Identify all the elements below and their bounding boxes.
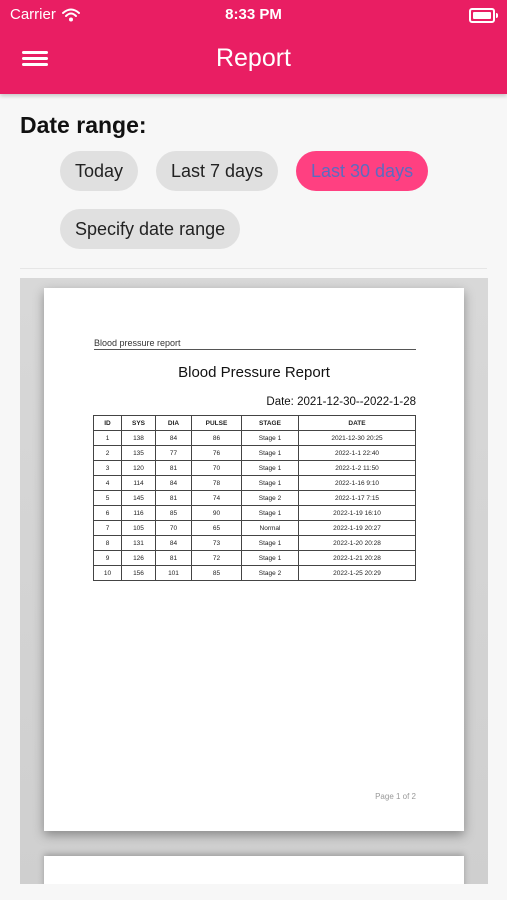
table-row: 1 138 84 86 Stage 1 2021-12-30 20:25	[93, 430, 416, 446]
table-cell: 6	[93, 505, 122, 521]
table-cell: 4	[93, 475, 122, 491]
table-cell: Stage 1	[241, 505, 299, 521]
table-cell: 78	[191, 475, 242, 491]
header-rule	[94, 349, 416, 350]
report-page: Blood pressure report Blood Pressure Rep…	[44, 288, 464, 831]
table-cell: 77	[155, 445, 192, 461]
column-header: ID	[93, 415, 122, 431]
table-cell: 84	[155, 535, 192, 551]
table-cell: Stage 1	[241, 550, 299, 566]
column-header: SYS	[121, 415, 156, 431]
table-cell: 138	[121, 430, 156, 446]
table-cell: 126	[121, 550, 156, 566]
table-row: 9 126 81 72 Stage 1 2022-1-21 20:28	[93, 550, 416, 566]
table-cell: Stage 1	[241, 460, 299, 476]
report-title: Blood Pressure Report	[178, 364, 330, 381]
table-cell: 105	[121, 520, 156, 536]
table-cell: 1	[93, 430, 122, 446]
table-cell: Stage 1	[241, 430, 299, 446]
app-bar: Carrier 8:33 PM Report	[0, 0, 507, 94]
table-cell: 85	[155, 505, 192, 521]
report-header: Blood pressure report	[94, 338, 181, 348]
table-cell: 131	[121, 535, 156, 551]
table-cell: 74	[191, 490, 242, 506]
page-title: Report	[215, 44, 292, 72]
table-cell: 2022-1-25 20:29	[298, 565, 416, 581]
table-row: 10 156 101 85 Stage 2 2022-1-25 20:29	[93, 565, 416, 581]
page-number: Page 1 of 2	[375, 792, 416, 801]
table-cell: 116	[121, 505, 156, 521]
table-row: 3 120 81 70 Stage 1 2022-1-2 11:50	[93, 460, 416, 476]
chip-last-30-days[interactable]: Last 30 days	[296, 151, 429, 191]
table-cell: Stage 2	[241, 490, 299, 506]
table-cell: 72	[191, 550, 242, 566]
table-row: 7 105 70 65 Normal 2022-1-19 20:27	[93, 520, 416, 536]
status-bar: Carrier 8:33 PM	[0, 0, 507, 30]
table-cell: 65	[191, 520, 242, 536]
date-range-label: Date range:	[20, 112, 147, 138]
report-date: Date: 2021-12-30--2022-1-28	[266, 396, 416, 408]
table-cell: 73	[191, 535, 242, 551]
table-cell: 2022-1-1 22:40	[298, 445, 416, 461]
chip-last-7-days[interactable]: Last 7 days	[156, 151, 279, 191]
table-cell: Normal	[241, 520, 299, 536]
table-cell: Stage 1	[241, 475, 299, 491]
table-cell: 7	[93, 520, 122, 536]
table-cell: 2022-1-19 20:27	[298, 520, 416, 536]
table-cell: 2022-1-16 9:10	[298, 475, 416, 491]
table-cell: 156	[121, 565, 156, 581]
table-cell: Stage 1	[241, 535, 299, 551]
table-cell: 114	[121, 475, 156, 491]
table-cell: Stage 1	[241, 445, 299, 461]
table-cell: 3	[93, 460, 122, 476]
chip-specify-date-range[interactable]: Specify date range	[60, 209, 241, 249]
table-cell: 145	[121, 490, 156, 506]
table-cell: 2022-1-20 20:28	[298, 535, 416, 551]
table-cell: Stage 2	[241, 565, 299, 581]
table-cell: 84	[155, 430, 192, 446]
divider	[20, 268, 487, 269]
table-cell: 9	[93, 550, 122, 566]
chip-today[interactable]: Today	[60, 151, 139, 191]
column-header: DATE	[298, 415, 416, 431]
table-cell: 2	[93, 445, 122, 461]
table-cell: 2022-1-21 20:28	[298, 550, 416, 566]
column-header: DIA	[155, 415, 192, 431]
status-time: 8:33 PM	[225, 6, 282, 23]
table-cell: 2021-12-30 20:25	[298, 430, 416, 446]
table-cell: 81	[155, 550, 192, 566]
table-cell: 70	[155, 520, 192, 536]
table-cell: 2022-1-17 7:15	[298, 490, 416, 506]
table-cell: 84	[155, 475, 192, 491]
table-cell: 2022-1-19 16:10	[298, 505, 416, 521]
table-cell: 120	[121, 460, 156, 476]
table-cell: 5	[93, 490, 122, 506]
table-cell: 81	[155, 460, 192, 476]
table-cell: 90	[191, 505, 242, 521]
battery-icon	[469, 8, 498, 23]
table-cell: 8	[93, 535, 122, 551]
table-row: 4 114 84 78 Stage 1 2022-1-16 9:10	[93, 475, 416, 491]
table-cell: 86	[191, 430, 242, 446]
table-row: 8 131 84 73 Stage 1 2022-1-20 20:28	[93, 535, 416, 551]
table-cell: 101	[155, 565, 192, 581]
table-cell: 2022-1-2 11:50	[298, 460, 416, 476]
column-header: STAGE	[241, 415, 299, 431]
readings-table: ID SYS DIA PULSE STAGE DATE 1 138 84 86 Stage 1 20…	[93, 415, 416, 581]
table-cell: 81	[155, 490, 192, 506]
table-cell: 135	[121, 445, 156, 461]
table-cell: 70	[191, 460, 242, 476]
table-cell: 10	[93, 565, 122, 581]
table-row: 2 135 77 76 Stage 1 2022-1-1 22:40	[93, 445, 416, 461]
pdf-preview[interactable]: Blood pressure report Blood Pressure Rep…	[20, 278, 488, 884]
report-page-2	[44, 856, 464, 884]
column-header: PULSE	[191, 415, 242, 431]
table-cell: 85	[191, 565, 242, 581]
table-row: 6 116 85 90 Stage 1 2022-1-19 16:10	[93, 505, 416, 521]
table-row: 5 145 81 74 Stage 2 2022-1-17 7:15	[93, 490, 416, 506]
table-cell: 76	[191, 445, 242, 461]
